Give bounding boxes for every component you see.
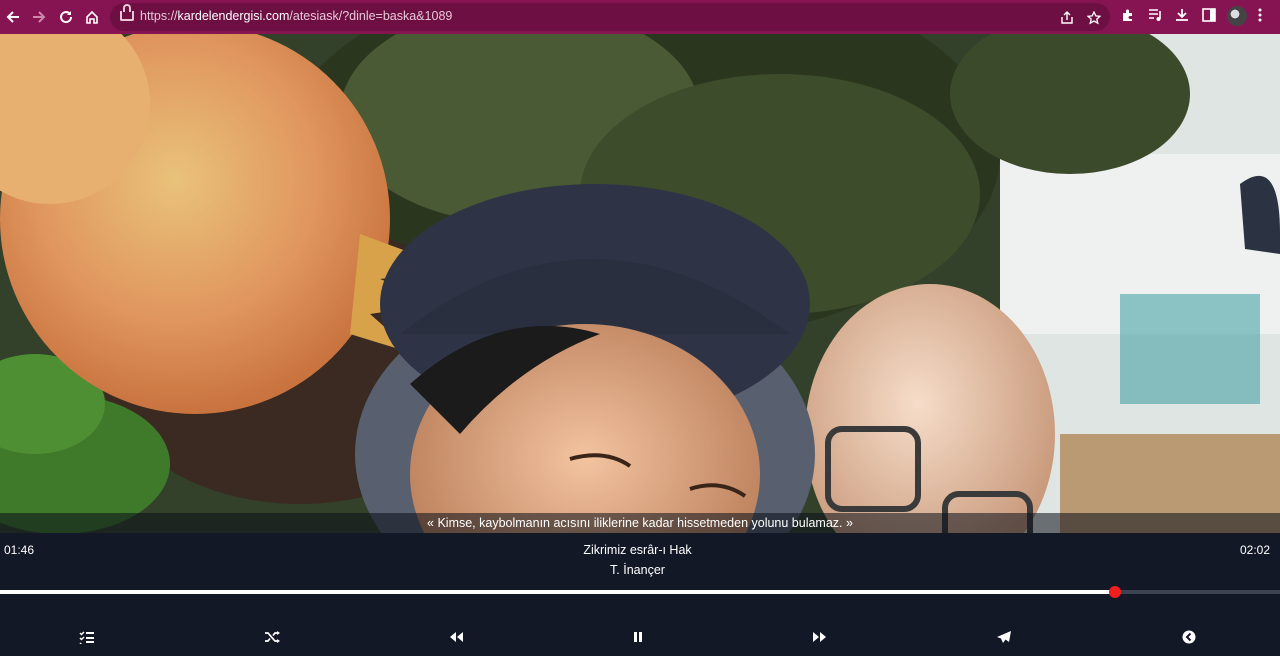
home-icon[interactable]: [82, 7, 102, 27]
more-menu-icon[interactable]: [1258, 8, 1262, 25]
bookmark-star-icon[interactable]: [1086, 10, 1102, 28]
track-artist: T. İnançer: [610, 563, 665, 577]
background-photo: [0, 34, 1280, 533]
back-icon[interactable]: [3, 7, 23, 27]
reload-icon[interactable]: [56, 7, 76, 27]
shuffle-icon[interactable]: [262, 628, 282, 646]
playlist-icon[interactable]: [77, 628, 97, 646]
send-icon[interactable]: [994, 628, 1014, 646]
progress-bar[interactable]: [0, 586, 1280, 598]
track-title: Zikrimiz esrâr-ı Hak: [583, 543, 692, 557]
pause-icon[interactable]: [628, 628, 648, 646]
share-icon[interactable]: [1060, 11, 1074, 28]
progress-fill: [0, 590, 1115, 594]
browser-toolbar: https://kardelendergisi.com/atesiask/?di…: [0, 0, 1280, 34]
audio-player: 01:46 Zikrimiz esrâr-ı Hak T. İnançer 02…: [0, 533, 1280, 656]
back-circle-icon[interactable]: [1179, 628, 1199, 646]
media-queue-icon[interactable]: [1148, 8, 1164, 25]
side-panel-icon[interactable]: [1202, 8, 1216, 25]
progress-knob[interactable]: [1109, 586, 1121, 598]
url-text: https://kardelendergisi.com/atesiask/?di…: [140, 9, 453, 23]
forward-icon[interactable]: [29, 7, 49, 27]
profile-avatar[interactable]: [1227, 6, 1247, 26]
fast-forward-icon[interactable]: [810, 628, 830, 646]
total-duration: 02:02: [1239, 543, 1270, 557]
lock-icon: [120, 4, 134, 21]
address-bar[interactable]: https://kardelendergisi.com/atesiask/?di…: [110, 3, 1110, 31]
extensions-icon[interactable]: [1121, 8, 1135, 25]
rewind-icon[interactable]: [446, 628, 466, 646]
download-icon[interactable]: [1175, 8, 1189, 25]
quote-caption: « Kimse, kaybolmanın acısını iliklerine …: [0, 513, 1280, 533]
